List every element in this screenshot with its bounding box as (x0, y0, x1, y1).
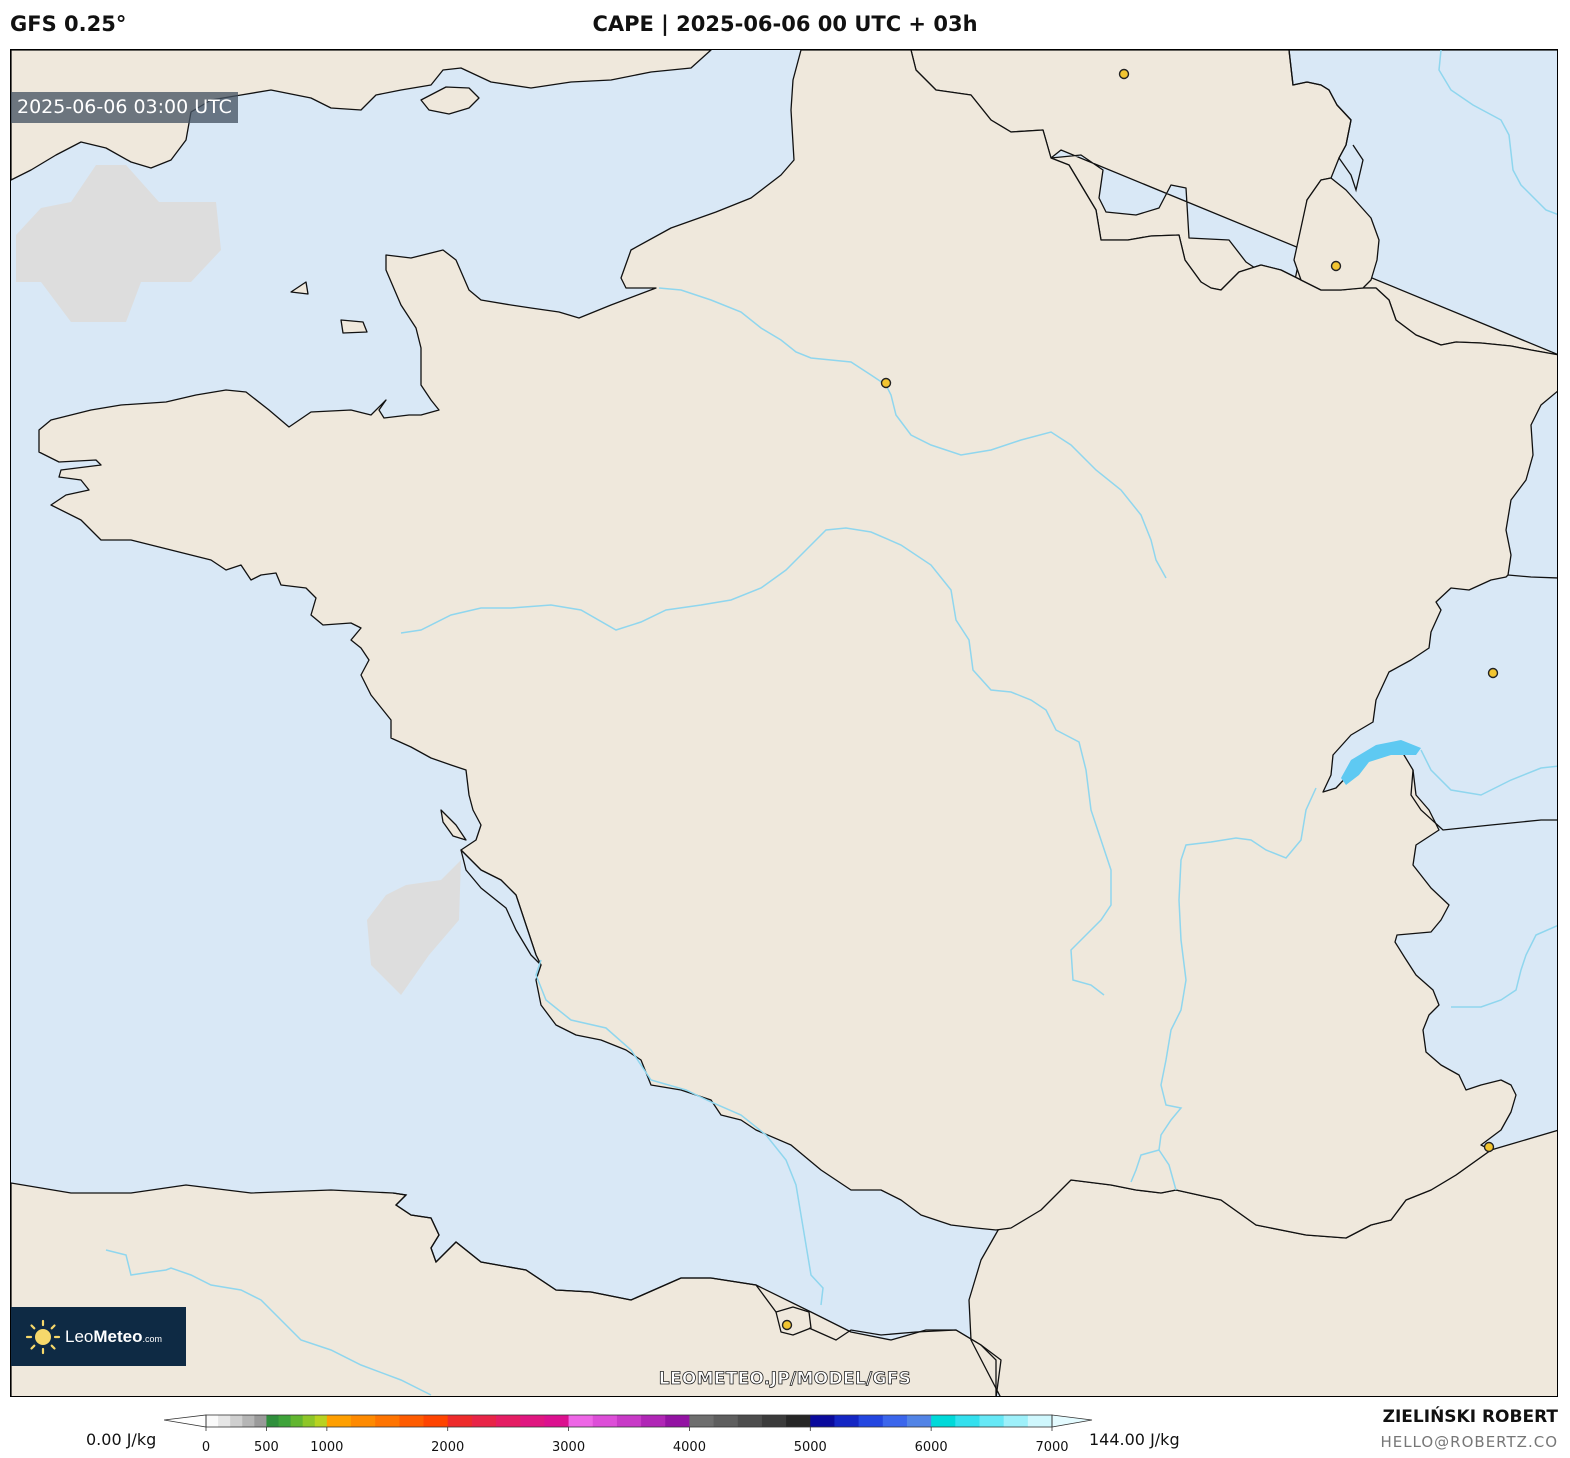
channel-island-guernsey (290, 281, 309, 295)
colorbar-band-13 (399, 1415, 425, 1427)
border-switzerland-italy (1410, 769, 1557, 831)
author-name: ZIELIŃSKI ROBERT (1382, 1407, 1558, 1427)
city-marker-luxembourg[interactable] (1330, 260, 1342, 272)
colorbar-band-11 (351, 1415, 376, 1427)
river-alps (1438, 50, 1557, 216)
border-germany-switzerland (1507, 574, 1557, 579)
colorbar-bands (206, 1415, 1053, 1427)
no-data-patch-biscay (367, 860, 461, 995)
colorbar-band-15 (447, 1415, 473, 1427)
colorbar-band-30 (810, 1415, 835, 1427)
colorbar-band-1 (218, 1415, 231, 1427)
isle-of-wight (420, 86, 480, 115)
site-watermark: LEOMETEO.JP/MODEL/GFS (658, 1369, 912, 1390)
colorbar-band-17 (496, 1415, 521, 1427)
colorbar-band-35 (931, 1415, 956, 1427)
map-title: CAPE | 2025-06-06 00 UTC + 03h (592, 12, 978, 36)
colorbar-band-8 (302, 1415, 316, 1427)
channel-island-jersey (340, 319, 368, 334)
colorbar-band-10 (326, 1415, 352, 1427)
river-rhone (1420, 749, 1557, 796)
colorbar-band-5 (266, 1415, 280, 1427)
map-panel[interactable]: 2025-06-06 03:00 UTC LeoMeteo.com LEOMET… (10, 49, 1558, 1397)
colorbar-tick-label: 1000 (310, 1440, 344, 1455)
colorbar-band-38 (1003, 1415, 1029, 1427)
colorbar-band-27 (737, 1415, 763, 1427)
colorbar-band-16 (471, 1415, 497, 1427)
river-italy (1451, 925, 1557, 1008)
colorbar-band-4 (254, 1415, 267, 1427)
colorbar-band-37 (979, 1415, 1005, 1427)
city-marker-bern[interactable] (1487, 667, 1499, 679)
colorbar-tick-label: 500 (254, 1440, 279, 1455)
valid-time-label: 2025-06-06 03:00 UTC (11, 92, 238, 123)
colorbar-band-36 (955, 1415, 980, 1427)
land (11, 50, 1557, 1396)
colorbar-min-label: 0.00 J/kg (86, 1430, 157, 1449)
colorbar-band-39 (1027, 1415, 1053, 1427)
colorbar-tick-label: 5000 (793, 1440, 827, 1455)
logo-text: LeoMeteo.com (65, 1327, 162, 1347)
colorbar-band-7 (290, 1415, 304, 1427)
colorbar-band-22 (616, 1415, 642, 1427)
colorbar-tick-label: 0 (201, 1440, 211, 1455)
colorbar-band-21 (592, 1415, 618, 1427)
colorbar-band-29 (786, 1415, 811, 1427)
author-email[interactable]: HELLO@ROBERTZ.CO (1380, 1433, 1558, 1451)
colorbar-band-26 (713, 1415, 739, 1427)
colorbar-tick-label: 6000 (914, 1440, 948, 1455)
colorbar-band-25 (689, 1415, 715, 1427)
colorbar-ticks (205, 1427, 1053, 1431)
logo-text-suffix: .com (142, 1333, 163, 1344)
colorbar-band-32 (858, 1415, 884, 1427)
colorbar-tick-label: 2000 (431, 1440, 465, 1455)
colorbar-tick-label: 3000 (552, 1440, 586, 1455)
colorbar-band-19 (544, 1415, 570, 1427)
colorbar-band-23 (641, 1415, 666, 1427)
logo-text-bold: Meteo (93, 1326, 143, 1346)
colorbar-left-arrow (164, 1414, 207, 1428)
city-marker-andorra[interactable] (781, 1319, 793, 1331)
ile-de-re (440, 809, 467, 841)
colorbar-tick-label: 4000 (672, 1440, 706, 1455)
colorbar-band-28 (761, 1415, 787, 1427)
colorbar-band-2 (230, 1415, 243, 1427)
colorbar-band-0 (206, 1415, 219, 1427)
colorbar-band-20 (568, 1415, 594, 1427)
colorbar-band-12 (375, 1415, 400, 1427)
colorbar-band-6 (278, 1415, 292, 1427)
colorbar-band-31 (834, 1415, 860, 1427)
colorbar-band-9 (314, 1415, 328, 1427)
colorbar (164, 1414, 1093, 1431)
leometeo-logo[interactable]: LeoMeteo.com (11, 1307, 186, 1366)
colorbar-band-33 (882, 1415, 908, 1427)
no-data-patch-brittany-offshore (16, 165, 221, 322)
colorbar-band-24 (665, 1415, 690, 1427)
sun-icon (25, 1319, 61, 1354)
city-marker-paris[interactable] (880, 377, 892, 389)
colorbar-band-18 (520, 1415, 545, 1427)
map-canvas[interactable] (11, 50, 1558, 1397)
city-marker-brussels[interactable] (1118, 68, 1130, 80)
colorbar-tick-label: 7000 (1035, 1440, 1069, 1455)
colorbar-band-14 (423, 1415, 449, 1427)
colorbar-band-3 (242, 1415, 255, 1427)
colorbar-band-34 (906, 1415, 932, 1427)
colorbar-max-label: 144.00 J/kg (1089, 1430, 1180, 1449)
city-marker-monaco[interactable] (1483, 1141, 1495, 1153)
logo-text-light: Leo (65, 1326, 94, 1346)
colorbar-right-arrow (1051, 1414, 1093, 1428)
